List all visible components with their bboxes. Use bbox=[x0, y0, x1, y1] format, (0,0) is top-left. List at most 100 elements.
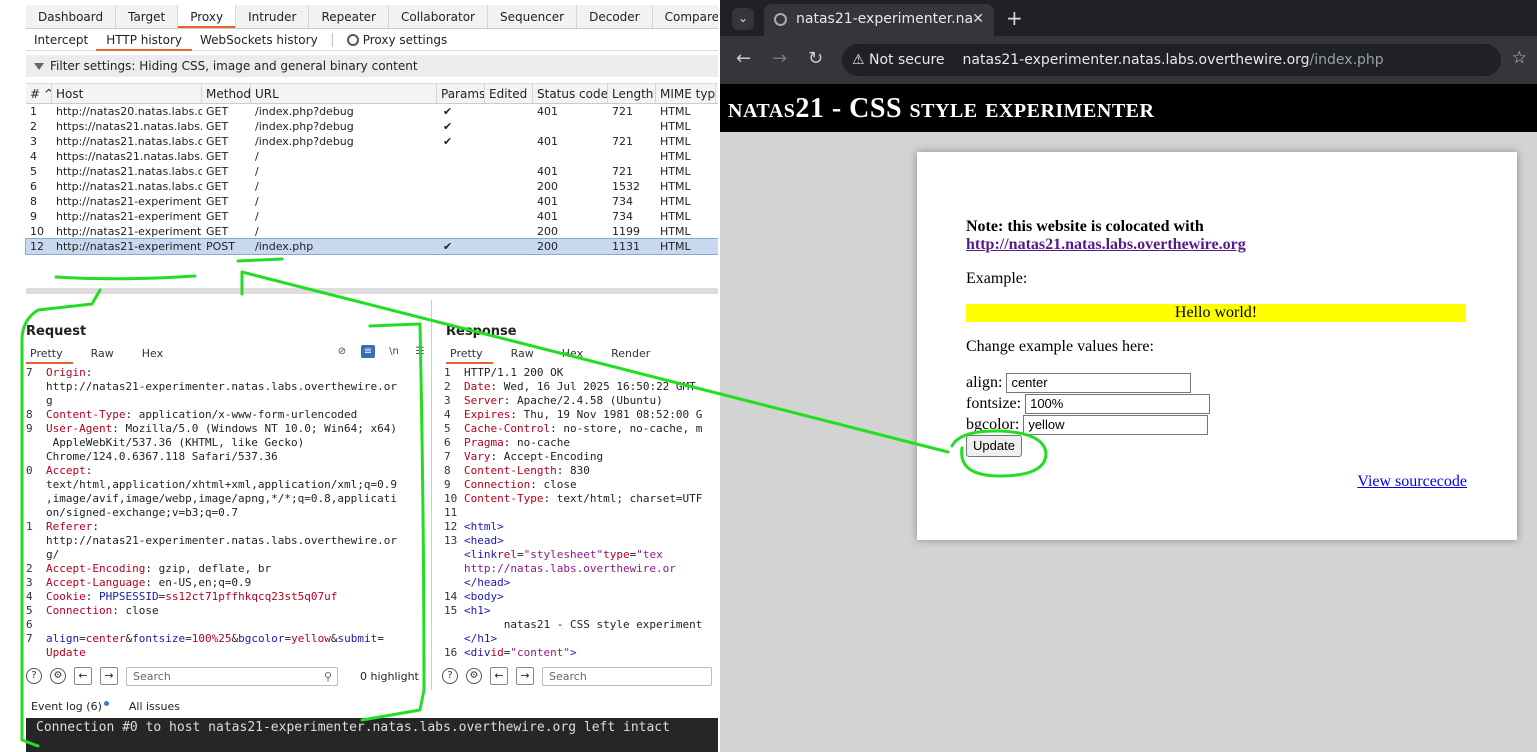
response-search-input[interactable]: Search bbox=[542, 666, 712, 686]
cell-edited bbox=[485, 194, 533, 209]
settings-icon[interactable]: ⚙ bbox=[50, 668, 66, 684]
warning-icon: ⚠ bbox=[852, 52, 865, 68]
tab-proxy[interactable]: Proxy bbox=[178, 5, 237, 28]
cell-params: ✔ bbox=[443, 240, 453, 253]
col-length[interactable]: Length bbox=[608, 84, 656, 103]
proxy-subtabs: Intercept HTTP history WebSockets histor… bbox=[26, 29, 718, 51]
cell-method: GET bbox=[206, 165, 229, 178]
prev-arrow-icon[interactable]: ← bbox=[490, 667, 508, 685]
request-title: Request bbox=[26, 324, 87, 339]
tab-comparer[interactable]: Comparer bbox=[653, 5, 718, 28]
filter-icon bbox=[34, 62, 44, 70]
not-secure-badge[interactable]: ⚠ Not secure bbox=[852, 52, 945, 68]
table-row[interactable]: 3 http://natas21.natas.labs.ov... GET/inde… bbox=[26, 134, 718, 149]
globe-icon bbox=[774, 13, 787, 26]
newline-icon[interactable]: \n bbox=[387, 345, 401, 358]
cell-url: /index.php?debug bbox=[255, 105, 354, 118]
bgcolor-row: bgcolor: yellow bbox=[966, 415, 1209, 435]
response-editor[interactable]: 1 HTTP/1.1 200 OK 2 Date: Wed, 16 Jul 2025… bbox=[444, 366, 718, 658]
browser-tab[interactable]: natas21-experimenter.na ✕ bbox=[764, 4, 994, 36]
tab-intruder[interactable]: Intruder bbox=[236, 5, 310, 28]
tab-http-history[interactable]: HTTP history bbox=[96, 29, 192, 51]
bgcolor-input[interactable]: yellow bbox=[1023, 415, 1209, 435]
table-row[interactable]: 1 http://natas20.natas.labs.ov... GET/inde… bbox=[26, 104, 718, 119]
notification-dot bbox=[103, 700, 109, 706]
proxy-settings-button[interactable]: Proxy settings bbox=[339, 29, 456, 51]
cell-url: /index.php bbox=[255, 240, 314, 253]
table-row[interactable]: 8 http://natas21-experimente... GET / 401 734… bbox=[26, 194, 718, 209]
table-row[interactable]: 5 http://natas21.natas.labs.ov... GET / 401 7… bbox=[26, 164, 718, 179]
tab-response-render[interactable]: Render bbox=[607, 346, 660, 364]
settings-icon[interactable]: ⚙ bbox=[466, 668, 482, 684]
wrap-icon[interactable]: ≡ bbox=[361, 345, 375, 358]
cell-method: GET bbox=[206, 150, 229, 163]
cell-num: 6 bbox=[30, 180, 37, 193]
tab-websockets-history[interactable]: WebSockets history bbox=[192, 29, 326, 51]
tab-response-pretty[interactable]: Pretty bbox=[446, 346, 493, 364]
tab-search-button[interactable]: ⌄ bbox=[732, 8, 754, 30]
filter-text: Filter settings: Hiding CSS, image and g… bbox=[50, 59, 418, 73]
new-tab-button[interactable]: + bbox=[1006, 6, 1023, 30]
next-arrow-icon[interactable]: → bbox=[100, 667, 118, 685]
update-button[interactable]: Update bbox=[966, 435, 1022, 457]
tab-all-issues[interactable]: All issues bbox=[129, 700, 180, 713]
tab-intercept[interactable]: Intercept bbox=[26, 29, 96, 51]
col-mime[interactable]: MIME type bbox=[656, 84, 716, 103]
help-icon[interactable]: ? bbox=[442, 668, 458, 684]
note-text: Note: this website is colocated with bbox=[966, 218, 1204, 235]
table-row[interactable]: 9 http://natas21-experimente... GET / 401 734… bbox=[26, 209, 718, 224]
prev-arrow-icon[interactable]: ← bbox=[74, 667, 92, 685]
table-row[interactable]: 6 http://natas21.natas.labs.ov... GET / 200 1… bbox=[26, 179, 718, 194]
tab-response-raw[interactable]: Raw bbox=[507, 346, 544, 364]
cell-status: 401 bbox=[537, 135, 558, 148]
cell-length: 721 bbox=[612, 105, 633, 118]
table-row[interactable]: 4 https://natas21.natas.labs.o... GET / HTML bbox=[26, 149, 718, 164]
table-row[interactable]: 12 http://natas21-experimente... POST/inde… bbox=[25, 238, 718, 255]
col-method[interactable]: Method bbox=[202, 84, 251, 103]
col-status[interactable]: Status code bbox=[533, 84, 608, 103]
cell-mime: HTML bbox=[660, 135, 691, 148]
tab-decoder[interactable]: Decoder bbox=[577, 5, 653, 28]
filter-bar[interactable]: Filter settings: Hiding CSS, image and g… bbox=[26, 55, 718, 77]
cell-host: http://natas21-experimente... bbox=[56, 240, 202, 253]
next-arrow-icon[interactable]: → bbox=[516, 667, 534, 685]
col-edited[interactable]: Edited bbox=[485, 84, 533, 103]
col-host[interactable]: Host bbox=[52, 84, 202, 103]
tab-collaborator[interactable]: Collaborator bbox=[389, 5, 488, 28]
forward-icon[interactable]: → bbox=[772, 48, 787, 69]
hide-icon[interactable]: ⊘ bbox=[335, 345, 349, 358]
close-icon[interactable]: ✕ bbox=[972, 4, 984, 34]
tab-event-log[interactable]: Event log (6) bbox=[31, 700, 109, 713]
bookmark-star-icon[interactable]: ☆ bbox=[1512, 48, 1527, 68]
col-url[interactable]: URL bbox=[251, 84, 437, 103]
tab-request-raw[interactable]: Raw bbox=[87, 346, 124, 364]
tab-target[interactable]: Target bbox=[116, 5, 179, 28]
tab-dashboard[interactable]: Dashboard bbox=[26, 5, 117, 28]
split-divider[interactable] bbox=[26, 288, 718, 294]
cell-host: https://natas21.natas.labs.o... bbox=[56, 120, 202, 133]
cell-params: ✔ bbox=[443, 105, 453, 118]
cell-length bbox=[608, 119, 656, 134]
reload-icon[interactable]: ↻ bbox=[808, 48, 823, 69]
table-row[interactable]: 2 https://natas21.natas.labs.o... GET/inde… bbox=[26, 119, 718, 134]
help-icon[interactable]: ? bbox=[26, 668, 42, 684]
tab-request-pretty[interactable]: Pretty bbox=[26, 346, 73, 364]
table-row[interactable]: 10 http://natas21-experimente... GET / 200 11… bbox=[26, 224, 718, 239]
tab-response-hex[interactable]: Hex bbox=[558, 346, 593, 364]
request-editor[interactable]: 7 Origin: http://natas21-experimenter.nat… bbox=[26, 366, 431, 658]
back-icon[interactable]: ← bbox=[736, 48, 751, 69]
menu-icon[interactable]: ☰ bbox=[413, 345, 427, 358]
fontsize-input[interactable]: 100% bbox=[1025, 394, 1211, 414]
view-sourcecode-link[interactable]: View sourcecode bbox=[1357, 473, 1467, 491]
col-num[interactable]: # ^ bbox=[26, 84, 52, 103]
col-params[interactable]: Params bbox=[437, 84, 485, 103]
tab-sequencer[interactable]: Sequencer bbox=[488, 5, 578, 28]
tab-request-hex[interactable]: Hex bbox=[138, 346, 173, 364]
url-field[interactable]: ⚠ Not secure natas21-experimenter.natas.l… bbox=[842, 44, 1501, 76]
request-search-input[interactable]: Search ⚲ bbox=[126, 666, 338, 686]
cell-status bbox=[533, 119, 608, 134]
natas21-link[interactable]: http://natas21.natas.labs.overthewire.or… bbox=[966, 236, 1246, 253]
fontsize-label: fontsize: bbox=[966, 395, 1022, 412]
tab-repeater[interactable]: Repeater bbox=[309, 5, 389, 28]
align-input[interactable]: center bbox=[1006, 373, 1192, 393]
